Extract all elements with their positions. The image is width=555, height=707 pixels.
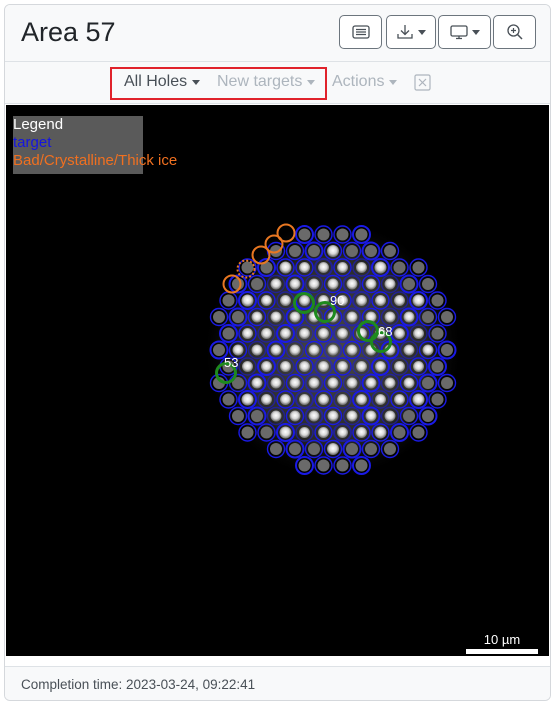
scale-bar-line [466,649,538,654]
grid-hole[interactable] [399,406,419,426]
grid-hole[interactable] [333,456,352,475]
legend: Legend target Bad/Crystalline/Thick ice [13,116,178,174]
grid-hole[interactable] [437,373,457,393]
grid-hole[interactable] [333,225,352,244]
grid-hole[interactable] [428,324,447,343]
holes-map[interactable]: 90 68 53 [6,105,549,656]
grid-hole[interactable] [418,274,438,294]
download-icon [397,25,413,39]
legend-item-target: target [13,134,52,151]
scale-bar-label: 10 µm [483,632,521,647]
grid-hole[interactable] [428,357,447,376]
monitor-icon [449,25,468,40]
card-footer: Completion time: 2023-03-24, 09:22:41 [5,666,550,700]
grid-hole[interactable] [285,439,305,459]
grid-hole[interactable] [295,456,314,475]
hole-label: 90 [330,293,344,308]
grid-hole[interactable] [314,225,333,244]
new-targets-label: New targets [217,73,303,90]
grid-hole[interactable] [228,373,248,393]
grid-hole[interactable] [409,291,428,310]
hole-label: 53 [224,355,238,370]
chevron-down-icon [389,79,398,85]
hole-label: 68 [378,324,392,339]
legend-title: Legend [13,116,64,133]
area-card: Area 57 All Holes New targets Actions 90… [4,4,551,701]
grid-hole[interactable] [219,324,238,343]
grid-hole[interactable] [352,456,371,475]
grid-hole[interactable] [276,423,295,442]
grid-hole[interactable] [409,390,428,409]
grid-hole[interactable] [409,423,428,442]
legend-item-bad-ice: Bad/Crystalline/Thick ice [13,152,178,169]
download-button[interactable] [386,15,436,49]
grid-hole[interactable] [361,439,381,459]
grid-hole[interactable] [380,439,400,459]
grid-hole[interactable] [399,274,419,294]
grid-hole[interactable] [219,390,238,409]
grid-hole[interactable] [238,390,257,409]
grid-hole[interactable] [437,307,457,327]
scale-bar: 10 µm [466,632,538,654]
grid-hole[interactable] [304,439,324,459]
grid-hole[interactable] [409,258,428,277]
grid-hole[interactable] [418,307,438,327]
grid-hole[interactable] [257,423,276,442]
page-title: Area 57 [21,17,116,47]
new-targets-dropdown[interactable]: New targets [217,73,316,91]
zoom-in-icon [506,24,523,40]
grid-hole[interactable] [371,258,390,277]
grid-hole[interactable] [276,258,295,277]
completion-time: Completion time: 2023-03-24, 09:22:41 [21,677,256,692]
clear-selection-icon[interactable] [414,74,431,91]
list-icon [351,25,370,39]
grid-hole[interactable] [418,373,438,393]
grid-hole[interactable] [266,439,286,459]
grid-hole[interactable] [247,406,267,426]
chevron-down-icon [307,79,316,85]
grid-hole[interactable] [390,423,409,442]
grid-hole[interactable] [371,423,390,442]
actions-label: Actions [332,73,385,90]
grid-hole[interactable] [295,225,314,244]
list-view-button[interactable] [339,15,382,49]
display-button[interactable] [438,15,491,49]
grid-hole[interactable] [238,291,257,310]
grid-hole[interactable] [418,406,438,426]
grid-hole[interactable] [228,307,248,327]
grid-hole[interactable] [380,241,400,261]
grid-hole[interactable] [209,307,229,327]
grid-hole[interactable] [428,390,447,409]
chevron-down-icon [471,29,480,35]
grid-hole[interactable] [219,291,238,310]
chevron-down-icon [192,79,201,85]
all-holes-label: All Holes [124,73,188,90]
grid-hole[interactable] [285,241,305,261]
card-header: Area 57 [5,5,550,62]
grid-hole[interactable] [342,241,362,261]
grid-hole[interactable] [342,439,362,459]
grid-hole[interactable] [247,274,267,294]
grid-hole[interactable] [228,406,248,426]
grid-hole[interactable] [428,291,447,310]
grid-hole[interactable] [323,241,343,261]
grid-hole[interactable] [390,258,409,277]
grid-hole[interactable] [437,340,457,360]
zoom-button[interactable] [493,15,536,49]
grid-square-image[interactable]: 90 68 53 Legend target Bad/Crystalline/T… [6,105,549,656]
grid-hole[interactable] [304,241,324,261]
grid-hole[interactable] [314,456,333,475]
all-holes-dropdown[interactable]: All Holes [124,73,201,91]
grid-hole[interactable] [238,423,257,442]
actions-dropdown[interactable]: Actions [332,73,398,91]
grid-hole[interactable] [361,241,381,261]
grid-hole[interactable] [323,439,343,459]
chevron-down-icon [418,29,426,35]
grid-hole[interactable] [352,225,371,244]
